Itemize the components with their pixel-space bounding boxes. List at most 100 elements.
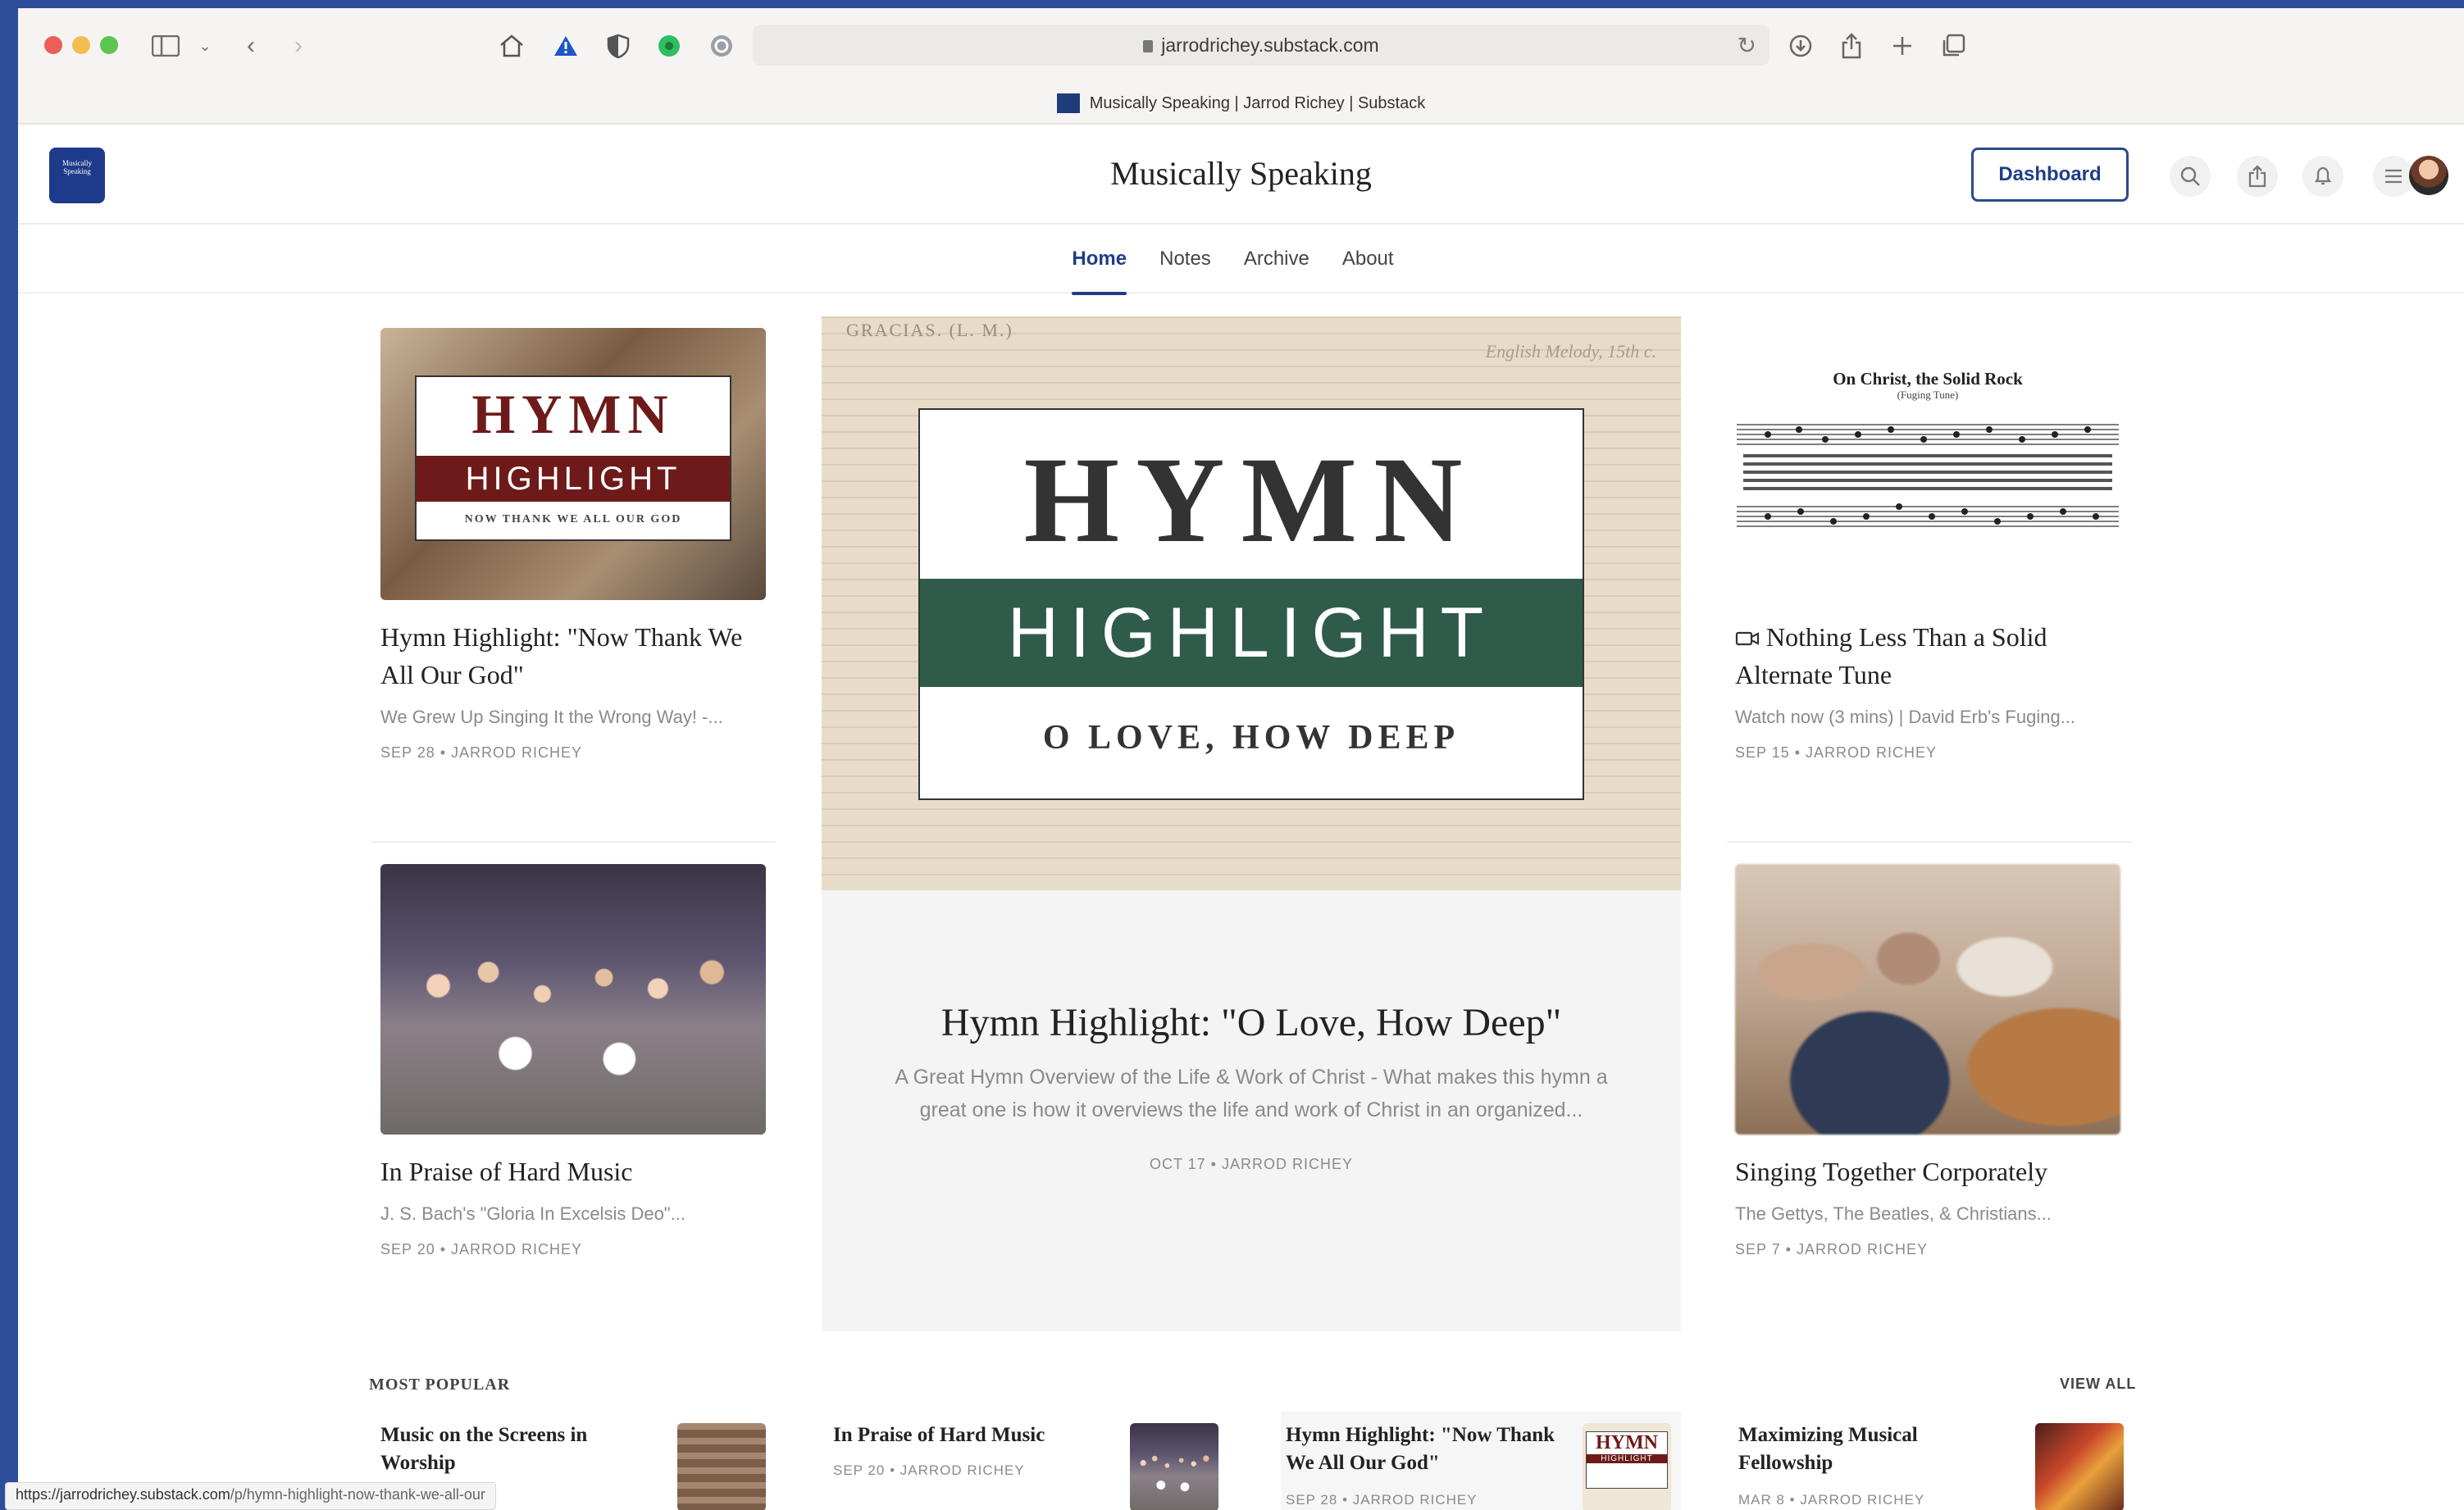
post-thumbnail-solid-rock[interactable]: On Christ, the Solid Rock (Fuging Tune)	[1735, 352, 2120, 566]
popular-item-meta: MAR 8 • JARROD RICHEY	[1738, 1492, 1925, 1508]
score-composer-text: English Melody, 15th c.	[1485, 341, 1656, 362]
post-thumbnail-congregation-photo[interactable]	[1735, 864, 2120, 1135]
zoom-window-button[interactable]	[100, 36, 118, 54]
nav-home[interactable]: Home	[1072, 225, 1127, 295]
popular-item-title[interactable]: Hymn Highlight: "Now Thank We All Our Go…	[1286, 1421, 1564, 1477]
back-icon[interactable]: ‹	[233, 28, 269, 64]
divider	[1727, 841, 2132, 843]
hymn-highlight-graphic: HYMN HIGHLIGHT NOW THANK WE ALL OUR GOD	[415, 375, 731, 541]
popular-title-line: Music on the Screens in	[380, 1424, 588, 1446]
sheet-music-graphic	[1737, 424, 2119, 527]
dashboard-button[interactable]: Dashboard	[1971, 148, 2129, 202]
tab-overview-icon[interactable]	[1935, 28, 1971, 64]
popular-item-meta: SEP 20 • JARROD RICHEY	[833, 1462, 1025, 1478]
evernote-extension-icon[interactable]	[651, 28, 687, 64]
post-subtitle: We Grew Up Singing It the Wrong Way! -..…	[380, 707, 723, 727]
browser-window: ⌄ ‹ › jarrodrichey.substack.com ↻ Musica…	[18, 8, 2464, 1510]
featured-post-image: GRACIAS. (L. M.) English Melody, 15th c.…	[822, 316, 1681, 890]
popular-title-line: Maximizing Musical	[1738, 1424, 1918, 1446]
tab-bar: Musically Speaking | Jarrod Richey | Sub…	[18, 82, 2464, 125]
user-avatar[interactable]	[2409, 156, 2448, 195]
video-camera-icon	[1735, 620, 1760, 646]
popular-thumbnail[interactable]	[677, 1423, 766, 1510]
post-meta: SEP 28 • JARROD RICHEY	[380, 744, 583, 761]
post-subtitle: Watch now (3 mins) | David Erb's Fuging.…	[1735, 707, 2076, 727]
post-subtitle: J. S. Bach's "Gloria In Excelsis Deo"...	[380, 1203, 685, 1224]
popular-title-line: Hymn Highlight: "Now Thank	[1286, 1424, 1555, 1446]
menu-icon[interactable]	[2373, 156, 2414, 197]
new-tab-icon[interactable]	[1884, 28, 1920, 64]
warning-extension-icon[interactable]	[548, 28, 584, 64]
post-title-text: Nothing Less Than a Solid Alternate Tune	[1735, 622, 2047, 689]
post-thumbnail-choir-photo[interactable]	[380, 864, 766, 1135]
popular-item-meta: SEP 28 • JARROD RICHEY	[1286, 1492, 1478, 1508]
popular-thumbnail[interactable]	[1130, 1423, 1218, 1510]
nav-archive[interactable]: Archive	[1244, 225, 1309, 293]
close-window-button[interactable]	[44, 36, 62, 54]
divider	[371, 841, 776, 843]
post-title[interactable]: Singing Together Corporately	[1735, 1153, 2129, 1190]
popular-title-line: Fellowship	[1738, 1452, 1833, 1474]
active-tab[interactable]: Musically Speaking | Jarrod Richey | Sub…	[18, 93, 2464, 113]
nav-notes[interactable]: Notes	[1159, 225, 1211, 293]
featured-post-subtitle-line2: great one is how it overviews the life a…	[919, 1098, 1583, 1121]
hymn-name: NOW THANK WE ALL OUR GOD	[464, 513, 682, 525]
tab-favicon	[1056, 93, 1080, 113]
status-url-host: https://jarrodrichey.substack.com	[16, 1486, 230, 1503]
sidebar-toggle-icon[interactable]	[148, 28, 184, 64]
publication-nav: Home Notes Archive About	[18, 225, 2464, 295]
address-bar[interactable]: jarrodrichey.substack.com ↻	[753, 25, 1769, 66]
tab-title: Musically Speaking | Jarrod Richey | Sub…	[1089, 93, 1426, 112]
reload-icon[interactable]: ↻	[1738, 32, 1756, 59]
site-header: Musically Speaking Musically Speaking Da…	[18, 125, 2464, 225]
featured-post-card[interactable]: GRACIAS. (L. M.) English Melody, 15th c.…	[822, 316, 1681, 1331]
hymn-word: HYMN	[471, 383, 675, 445]
hymn-word: HYMN	[1023, 432, 1479, 568]
hymn-highlight-graphic: HYMN HIGHLIGHT O LOVE, HOW DEEP	[918, 408, 1584, 800]
home-icon[interactable]	[494, 28, 530, 64]
popular-item-title[interactable]: Music on the Screens in Worship	[380, 1421, 626, 1477]
featured-post-meta: OCT 17 • JARROD RICHEY	[1149, 1156, 1353, 1172]
post-meta: SEP 7 • JARROD RICHEY	[1735, 1241, 1929, 1258]
post-thumbnail-now-thank[interactable]: HYMN HIGHLIGHT NOW THANK WE ALL OUR GOD	[380, 328, 766, 600]
post-meta: SEP 20 • JARROD RICHEY	[380, 1241, 583, 1258]
featured-post-title[interactable]: Hymn Highlight: "O Love, How Deep"	[822, 1000, 1681, 1045]
nav-about[interactable]: About	[1342, 225, 1394, 293]
popular-thumbnail[interactable]: HYMN HIGHLIGHT	[1583, 1423, 1671, 1510]
highlight-band: HIGHLIGHT	[920, 579, 1583, 687]
browser-toolbar: ⌄ ‹ › jarrodrichey.substack.com ↻	[18, 8, 2464, 82]
grammarly-extension-icon[interactable]	[704, 28, 740, 64]
share-icon[interactable]	[2237, 156, 2278, 197]
download-icon[interactable]	[1783, 28, 1819, 64]
popular-item-title[interactable]: Maximizing Musical Fellowship	[1738, 1421, 1984, 1477]
popular-item-title[interactable]: In Praise of Hard Music	[833, 1421, 1079, 1449]
highlight-band: HIGHLIGHT	[417, 456, 730, 502]
chevron-down-icon[interactable]: ⌄	[187, 28, 223, 64]
post-title[interactable]: Hymn Highlight: "Now Thank We All Our Go…	[380, 618, 774, 694]
post-title[interactable]: Nothing Less Than a Solid Alternate Tune	[1735, 618, 2129, 694]
notifications-bell-icon[interactable]	[2302, 156, 2343, 197]
forward-icon[interactable]: ›	[280, 28, 317, 64]
post-subtitle: The Gettys, The Beatles, & Christians...	[1735, 1203, 2052, 1224]
post-title[interactable]: In Praise of Hard Music	[380, 1153, 774, 1190]
popular-title-line: Worship	[380, 1452, 456, 1474]
thumb-highlight-band: HIGHLIGHT	[1587, 1454, 1667, 1463]
thumb-hymn-word: HYMN	[1596, 1432, 1658, 1453]
score-subtitle: (Fuging Tune)	[1897, 389, 1959, 401]
view-all-link[interactable]: VIEW ALL	[2060, 1376, 2136, 1393]
score-heading-text: GRACIAS. (L. M.)	[846, 320, 1013, 340]
minimize-window-button[interactable]	[72, 36, 90, 54]
shield-extension-icon[interactable]	[600, 28, 636, 64]
popular-title-line: We All Our God"	[1286, 1452, 1440, 1474]
post-meta: SEP 15 • JARROD RICHEY	[1735, 744, 1938, 761]
lock-icon	[1143, 39, 1154, 52]
featured-post-subtitle-line1: A Great Hymn Overview of the Life & Work…	[895, 1066, 1608, 1089]
status-bar-url: https://jarrodrichey.substack.com/p/hymn…	[5, 1482, 496, 1510]
search-icon[interactable]	[2170, 156, 2211, 197]
share-icon[interactable]	[1833, 28, 1870, 64]
status-url-path: /p/hymn-highlight-now-thank-we-all-our	[230, 1486, 485, 1503]
score-title: On Christ, the Solid Rock	[1833, 369, 2023, 389]
popular-thumbnail[interactable]	[2035, 1423, 2124, 1510]
most-popular-heading: MOST POPULAR	[369, 1376, 511, 1394]
address-url: jarrodrichey.substack.com	[1161, 34, 1379, 56]
